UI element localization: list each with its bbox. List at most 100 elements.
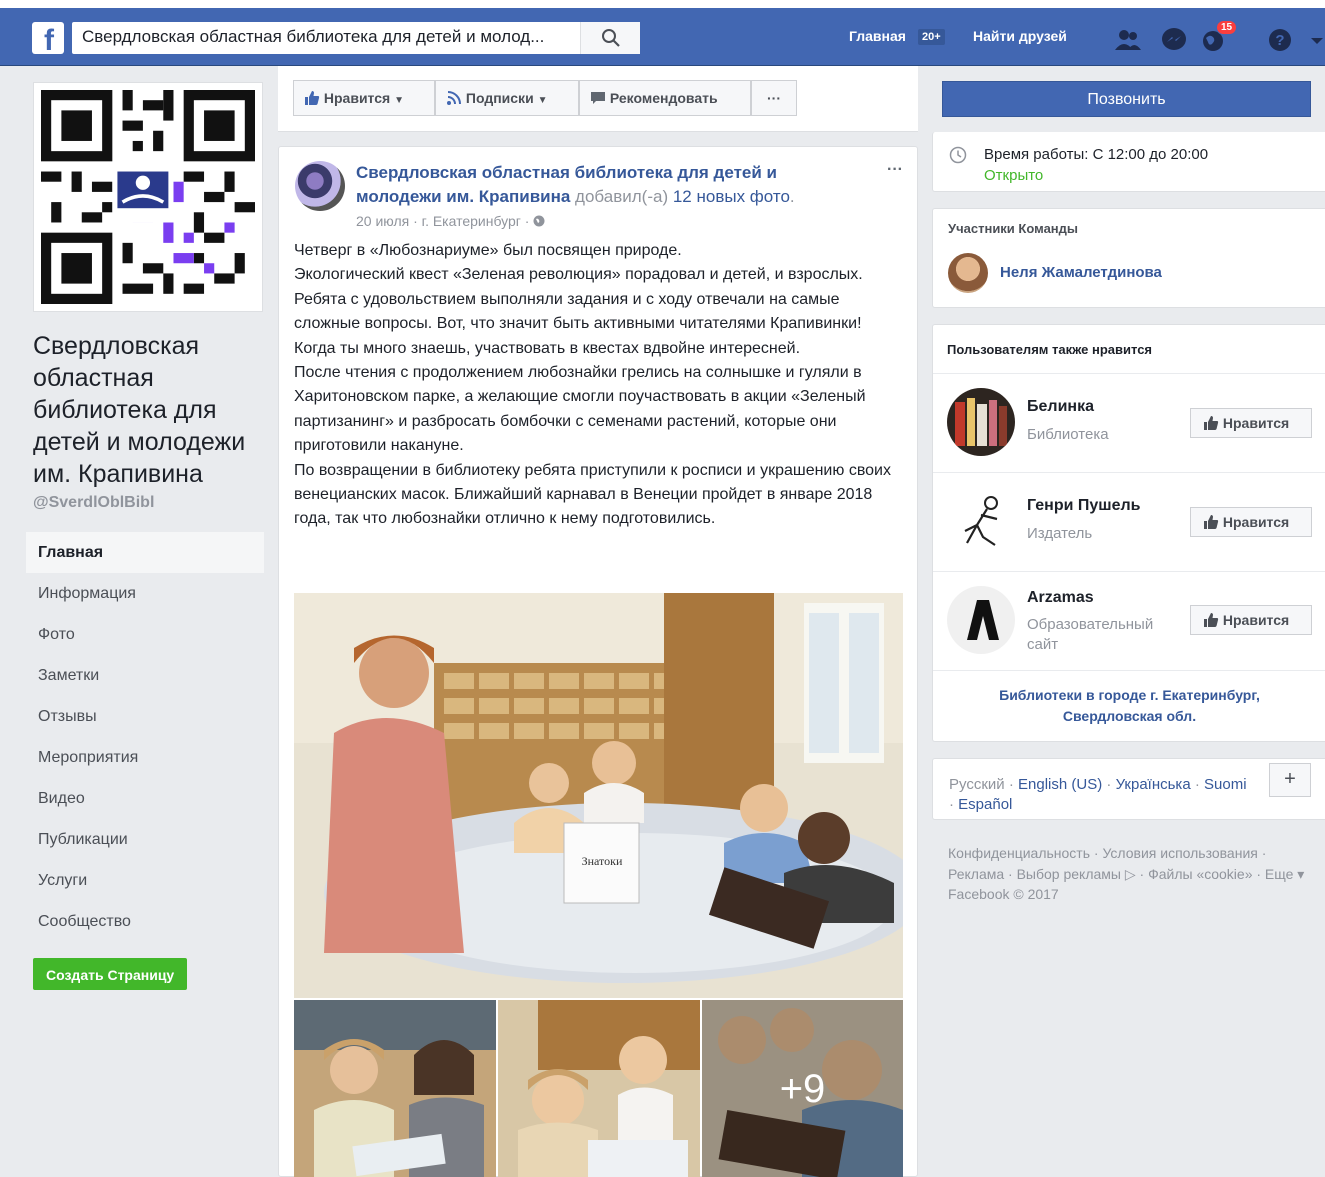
language-card: Русский · English (US) · Українська · Su… (932, 758, 1325, 820)
arzamas-logo[interactable] (947, 586, 1015, 654)
post-paragraph: Экологический квест «Зеленая революция» … (294, 266, 863, 357)
post-photo-thumbnail[interactable] (294, 1000, 496, 1177)
language-link[interactable]: Українська (1116, 776, 1191, 793)
post-meta-text: 20 июля · г. Екатеринбург · (356, 213, 534, 229)
belinka-logo[interactable] (947, 388, 1015, 456)
create-page-button[interactable]: Создать Страницу (33, 958, 188, 990)
post-photos-link[interactable]: 12 новых фото (673, 187, 790, 206)
team-member-name[interactable]: Неля Жамалетдинова (1000, 264, 1162, 281)
classroom-photo: Знатоки (294, 593, 903, 998)
like-suggestion-label: Нравится (1222, 612, 1290, 628)
like-page-button[interactable]: Нравится ▼ (293, 80, 435, 116)
post-action-text: добавил(-а) (570, 187, 673, 206)
help-icon[interactable]: ? (1266, 28, 1294, 52)
nav-item-info[interactable]: Информация (26, 573, 264, 614)
post-title-period: . (789, 187, 795, 206)
suggestion-row: Генри Пушель Издатель Нравится (933, 472, 1325, 571)
thumbs-up-icon (305, 91, 320, 105)
team-member-avatar[interactable] (948, 253, 988, 293)
home-link[interactable]: Главная (849, 28, 906, 44)
facebook-logo-icon[interactable]: f (32, 22, 64, 57)
like-suggestion-label: Нравится (1222, 514, 1290, 530)
language-link[interactable]: Español (958, 796, 1012, 813)
post-options-button[interactable]: ··· (887, 161, 903, 179)
rss-icon (447, 91, 461, 105)
like-suggestion-button[interactable]: Нравится (1190, 507, 1312, 537)
suggestion-category: Образовательный сайт (1027, 616, 1154, 653)
chevron-down-icon: ▼ (537, 95, 548, 106)
follow-page-label: Подписки (465, 90, 534, 106)
like-suggestion-button[interactable]: Нравится (1190, 605, 1312, 635)
post-author-avatar[interactable] (295, 161, 345, 211)
language-current: Русский (949, 776, 1005, 793)
find-friends-link[interactable]: Найти друзей (973, 28, 1067, 44)
search-input[interactable] (72, 22, 592, 52)
suggestion-name[interactable]: Arzamas (1027, 589, 1094, 607)
notifications-count-badge: 15 (1216, 20, 1238, 35)
suggestion-row: Arzamas Образовательный сайт Нравится (933, 571, 1325, 670)
suggestion-name[interactable]: Генри Пушель (1027, 497, 1141, 515)
language-link[interactable]: English (US) (1018, 776, 1102, 793)
thumbs-up-icon (1204, 416, 1219, 430)
post-card: Свердловская областная библиотека для де… (278, 146, 918, 1177)
post-timestamp[interactable]: 20 июля · г. Екатеринбург · (356, 213, 545, 229)
libraries-in-city-link[interactable]: Библиотеки в городе г. Екатеринбург, Све… (933, 670, 1325, 727)
nav-item-videos[interactable]: Видео (26, 778, 264, 819)
genri-pushel-logo[interactable] (947, 487, 1015, 555)
nav-item-services[interactable]: Услуги (26, 860, 264, 901)
copyright-text: Facebook © 2017 (948, 886, 1059, 902)
nav-item-reviews[interactable]: Отзывы (26, 696, 264, 737)
nav-item-events[interactable]: Мероприятия (26, 737, 264, 778)
recommend-label: Рекомендовать (609, 90, 718, 106)
nav-item-posts[interactable]: Публикации (26, 819, 264, 860)
account-menu-arrow-icon[interactable] (1308, 28, 1325, 52)
call-now-button[interactable]: Позвонить (942, 81, 1311, 117)
nav-item-photos[interactable]: Фото (26, 614, 264, 655)
friend-requests-icon[interactable] (1114, 28, 1142, 52)
team-sign-text: Знатоки (582, 854, 623, 868)
page-profile-picture[interactable] (33, 82, 263, 312)
more-actions-button[interactable]: ··· (751, 80, 797, 116)
nav-item-community[interactable]: Сообщество (26, 901, 264, 942)
nav-item-home[interactable]: Главная (26, 532, 264, 573)
children-reading-photo (294, 1000, 496, 1177)
post-paragraph: По возвращении в библиотеку ребята прист… (294, 461, 891, 528)
nav-item-notes[interactable]: Заметки (26, 655, 264, 696)
girl-reading-photo (498, 1000, 700, 1177)
add-language-button[interactable]: + (1269, 763, 1311, 797)
top-navigation-bar: f Главная 20+ Найти друзей 15 ? (0, 0, 1325, 66)
chevron-down-icon: ▼ (394, 95, 404, 106)
page-username[interactable]: @SverdlOblBibl (33, 494, 154, 512)
post-paragraph: Четверг в «Любознариуме» был посвящен пр… (294, 242, 682, 259)
open-status: Открыто (984, 167, 1044, 184)
language-link[interactable]: Suomi (1204, 776, 1247, 793)
team-title: Участники Команды (948, 221, 1078, 236)
search-icon (602, 29, 620, 47)
books-icon (955, 398, 1007, 446)
home-badge: 20+ (918, 29, 945, 45)
running-figure-icon (964, 496, 998, 546)
svg-text:?: ? (1275, 32, 1284, 49)
suggestion-category: Библиотека (1027, 426, 1109, 443)
post-paragraph: После чтения с продолжением любознайки г… (294, 364, 866, 455)
speech-bubble-icon (591, 92, 605, 104)
post-photo-main[interactable]: Знатоки (294, 593, 903, 998)
like-suggestion-button[interactable]: Нравится (1190, 408, 1312, 438)
qr-code-logo-image (40, 90, 255, 304)
post-photo-thumbnail[interactable] (498, 1000, 700, 1177)
search-box (72, 22, 640, 54)
hours-card: Время работы: С 12:00 до 20:00 Открыто (932, 132, 1325, 192)
follow-page-button[interactable]: Подписки ▼ (435, 80, 579, 116)
clock-icon (949, 146, 967, 164)
recommend-button[interactable]: Рекомендовать (579, 80, 751, 116)
search-button[interactable] (580, 22, 640, 54)
messenger-icon[interactable] (1160, 28, 1188, 52)
post-photo-thumbnail-more[interactable]: +9 (702, 1000, 903, 1177)
globe-icon (533, 215, 545, 227)
footer-links: Конфиденциальность · Условия использован… (948, 843, 1308, 905)
thumbs-up-icon (1204, 515, 1219, 529)
suggestion-name[interactable]: Белинка (1027, 398, 1094, 416)
more-photos-count[interactable]: +9 (702, 1000, 903, 1177)
like-page-label: Нравится (323, 90, 391, 106)
footer-policy-links[interactable]: Конфиденциальность · Условия использован… (948, 843, 1308, 884)
